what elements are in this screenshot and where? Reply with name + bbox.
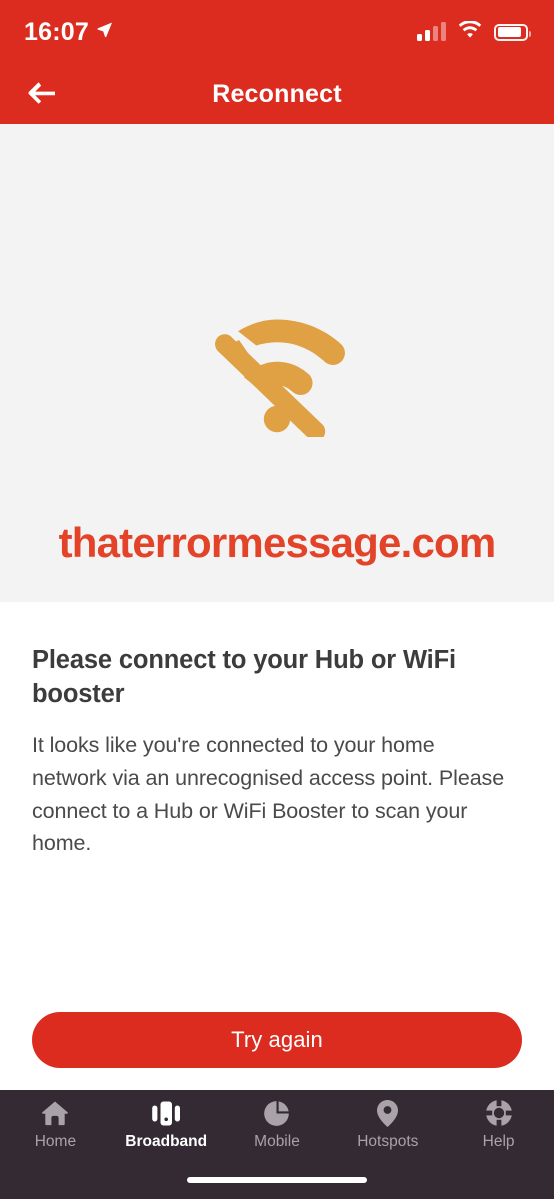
wifi-icon <box>458 19 482 44</box>
status-bar-clock: 16:07 <box>24 17 89 46</box>
error-heading: Please connect to your Hub or WiFi boost… <box>32 646 456 708</box>
battery-icon <box>494 23 531 41</box>
page-title: Reconnect <box>212 79 342 108</box>
wifi-off-icon <box>193 305 361 442</box>
tab-broadband[interactable]: Broadband <box>111 1098 222 1168</box>
tab-list: Home Broadband Mobile Hotspots Help <box>0 1090 554 1168</box>
tab-label: Broadband <box>125 1133 208 1150</box>
home-indicator[interactable] <box>187 1176 367 1183</box>
cellular-signal-icon <box>417 22 446 41</box>
status-bar: 16:07 <box>0 0 554 64</box>
hero-section: thaterrormessage.com <box>0 124 554 602</box>
back-button[interactable] <box>26 77 66 111</box>
router-hub-icon <box>151 1098 181 1128</box>
pie-chart-icon <box>263 1098 290 1128</box>
app-header: Reconnect <box>0 64 554 124</box>
tab-label: Mobile <box>254 1133 300 1150</box>
tab-mobile[interactable]: Mobile <box>222 1098 333 1168</box>
map-pin-icon <box>376 1098 399 1128</box>
tab-label: Help <box>482 1133 515 1150</box>
app-screen: 16:07 Reconnect thaterrormessage.com Ple… <box>0 0 554 1199</box>
lifebuoy-icon <box>484 1098 513 1128</box>
tab-label: Hotspots <box>357 1133 419 1150</box>
error-description: It looks like you're connected to your h… <box>32 733 505 856</box>
bottom-navigation: Home Broadband Mobile Hotspots Help <box>0 1090 554 1199</box>
home-indicator-area <box>0 1168 554 1199</box>
tab-help[interactable]: Help <box>443 1098 554 1168</box>
try-again-button[interactable]: Try again <box>32 1012 522 1068</box>
status-bar-right <box>417 19 531 44</box>
location-arrow-icon <box>96 21 113 43</box>
tab-label: Home <box>34 1133 77 1150</box>
status-bar-left: 16:07 <box>24 18 113 47</box>
back-arrow-icon <box>26 80 58 109</box>
site-watermark: thaterrormessage.com <box>58 519 497 566</box>
tab-home[interactable]: Home <box>0 1098 111 1168</box>
house-icon <box>41 1098 69 1128</box>
content-area: Please connect to your Hub or WiFi boost… <box>0 602 554 1090</box>
tab-hotspots[interactable]: Hotspots <box>332 1098 443 1168</box>
